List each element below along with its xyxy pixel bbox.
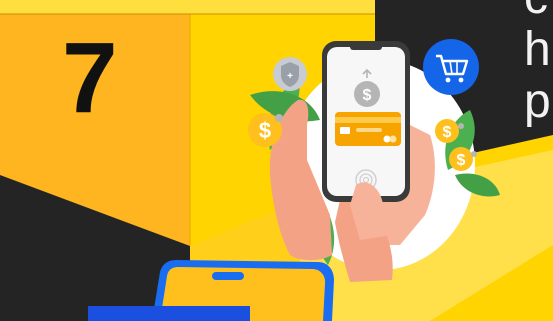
side-text-line-1: c: [524, 0, 548, 22]
side-text-line-2: h: [524, 23, 551, 76]
dollar-coin-icon: $: [354, 81, 380, 107]
svg-text:+: +: [287, 71, 293, 82]
svg-text:$: $: [363, 87, 372, 104]
svg-text:$: $: [443, 124, 452, 141]
shield-icon: +: [273, 57, 307, 91]
step-number: 7: [62, 22, 118, 134]
shopping-cart-icon: [423, 39, 479, 95]
side-text-line-3: p: [524, 75, 551, 128]
svg-text:$: $: [259, 118, 271, 143]
credit-card-icon: [335, 112, 401, 146]
svg-text:$: $: [457, 152, 466, 169]
